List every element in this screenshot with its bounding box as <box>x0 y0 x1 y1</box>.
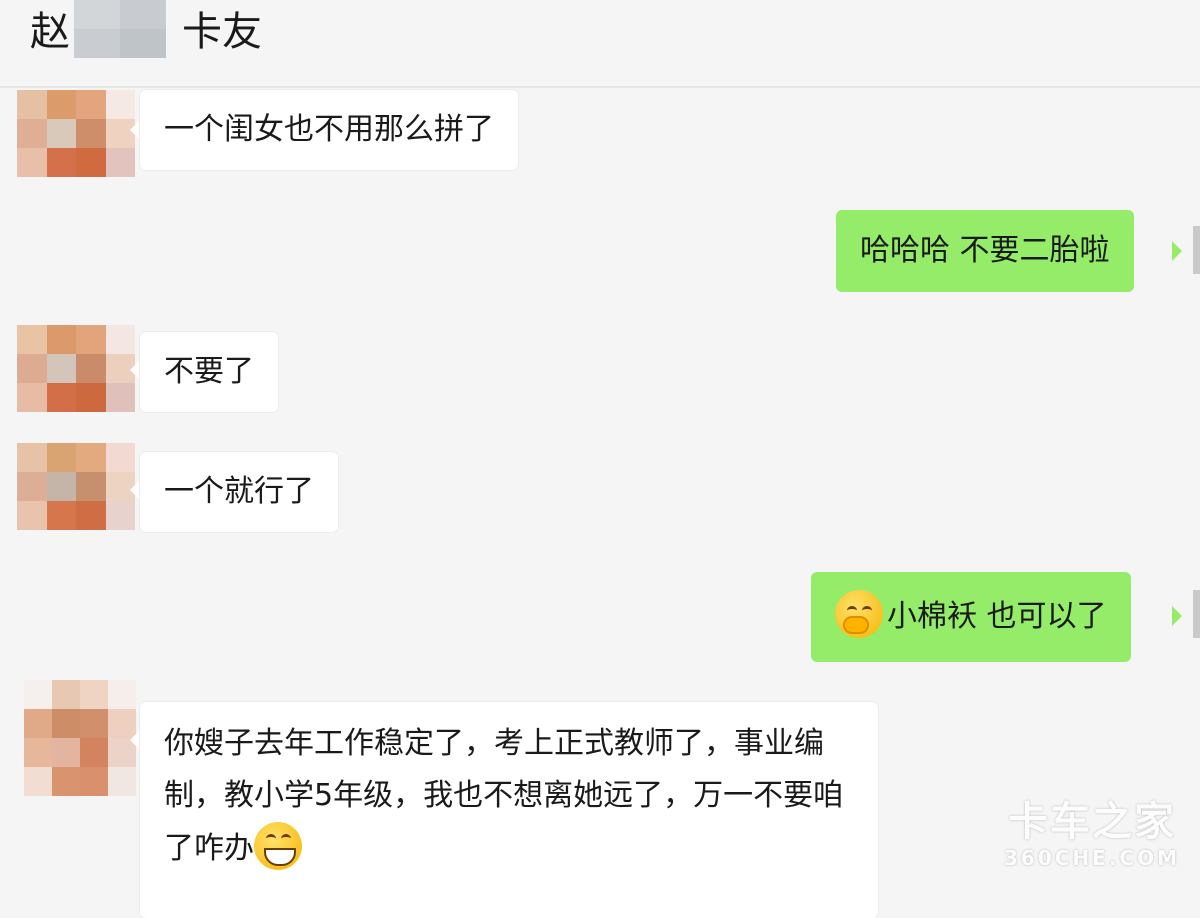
contact-avatar[interactable] <box>24 680 136 796</box>
contact-avatar[interactable] <box>17 325 135 412</box>
message-text: 一个闺女也不用那么拼了 <box>164 112 494 147</box>
bubble-tail <box>130 730 140 750</box>
message-text: 哈哈哈 不要二胎啦 <box>860 233 1110 268</box>
contact-avatar[interactable] <box>17 443 135 530</box>
self-avatar-edge[interactable] <box>1193 226 1200 274</box>
chat-title-suffix: 卡友 <box>182 9 262 55</box>
self-avatar-edge[interactable] <box>1193 590 1200 638</box>
watermark-sub-text: 360CHE.COM <box>1004 846 1181 870</box>
bubble-tail <box>1172 241 1182 261</box>
thinking-hand-over-mouth-emoji <box>835 590 883 638</box>
chat-title-surname: 赵 <box>30 9 70 55</box>
bubble-tail <box>130 360 140 380</box>
bubble-tail <box>1172 606 1182 626</box>
bubble-tail <box>130 480 140 500</box>
message-bubble-incoming[interactable]: 一个闺女也不用那么拼了 <box>140 90 518 170</box>
watermark-main-text: 卡车之家 <box>1008 799 1176 845</box>
message-text: 不要了 <box>164 354 254 389</box>
chat-header: 赵 卡友 <box>0 0 1200 88</box>
message-bubble-outgoing[interactable]: 哈哈哈 不要二胎啦 <box>836 210 1134 292</box>
grinning-emoji <box>254 822 302 870</box>
message-bubble-incoming[interactable]: 不要了 <box>140 332 278 412</box>
bubble-tail <box>130 120 140 140</box>
message-bubble-incoming[interactable]: 你嫂子去年工作稳定了，考上正式教师了，事业编制，教小学5年级，我也不想离她远了，… <box>140 702 878 918</box>
message-text: 一个就行了 <box>164 474 314 509</box>
message-text: 小棉袄 也可以了 <box>887 599 1107 634</box>
message-bubble-outgoing[interactable]: 小棉袄 也可以了 <box>811 572 1131 662</box>
message-bubble-incoming[interactable]: 一个就行了 <box>140 452 338 532</box>
redacted-name-mosaic <box>74 0 166 58</box>
site-watermark: 卡车之家 360CHE.COM <box>1004 798 1180 870</box>
contact-avatar[interactable] <box>17 90 135 177</box>
